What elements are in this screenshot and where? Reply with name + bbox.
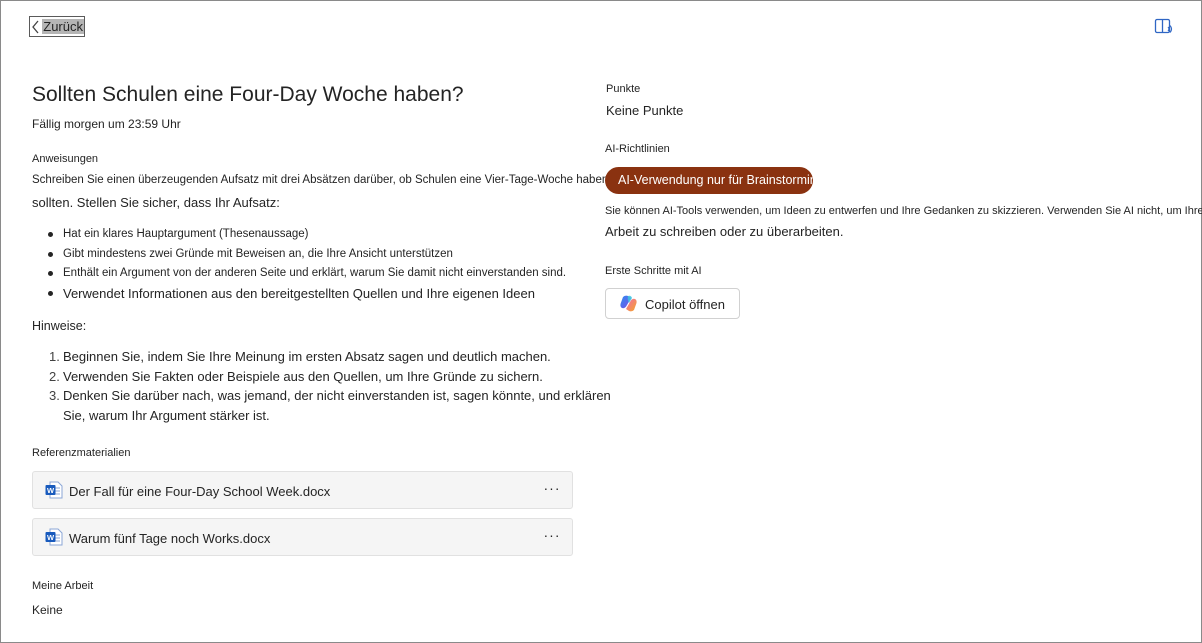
instructions-label: Anweisungen bbox=[32, 153, 99, 165]
copilot-icon bbox=[619, 294, 638, 313]
list-item: 3. Denken Sie darüber nach, was jemand, d… bbox=[49, 388, 611, 423]
ai-guidelines-label: AI-Richtlinien bbox=[605, 143, 670, 155]
open-copilot-label: Copilot öffnen bbox=[645, 297, 725, 312]
word-doc-icon: W bbox=[45, 481, 63, 499]
reference-file-name: Der Fall für eine Four-Day School Week.d… bbox=[69, 484, 331, 499]
svg-text:W: W bbox=[47, 533, 55, 542]
ai-guidelines-description-line1: Sie können AI-Tools verwenden, um Ideen … bbox=[605, 205, 1202, 217]
list-item: 2. Verwenden Sie Fakten oder Beispiele au… bbox=[49, 368, 543, 384]
more-options-icon[interactable]: ··· bbox=[532, 473, 572, 503]
chevron-left-icon bbox=[30, 17, 42, 36]
reference-file-1[interactable]: W Der Fall für eine Four-Day School Week… bbox=[32, 471, 573, 509]
requirements-list: Hat ein klares Hauptargument (Thesenauss… bbox=[45, 225, 566, 303]
back-label: Zurück bbox=[42, 19, 84, 34]
list-item: Enthält ein Argument von der anderen Sei… bbox=[45, 264, 566, 284]
ai-guidelines-description-line2: Arbeit zu schreiben oder zu überarbeiten… bbox=[605, 224, 844, 239]
list-item: Hat ein klares Hauptargument (Thesenauss… bbox=[45, 225, 566, 245]
list-item: Verwendet Informationen aus den bereitge… bbox=[45, 284, 566, 304]
hints-label: Hinweise: bbox=[32, 319, 87, 333]
word-doc-icon: W bbox=[45, 528, 63, 546]
my-work-label: Meine Arbeit bbox=[32, 580, 94, 592]
points-value: Keine Punkte bbox=[606, 103, 684, 118]
hints-list: 1. Beginnen Sie, indem Sie Ihre Meinung i… bbox=[45, 347, 635, 425]
getting-started-label: Erste Schritte mit AI bbox=[605, 265, 702, 277]
reference-file-name: Warum fünf Tage noch Works.docx bbox=[69, 531, 271, 546]
svg-text:W: W bbox=[47, 486, 55, 495]
due-date: Fällig morgen um 23:59 Uhr bbox=[32, 117, 181, 131]
assignment-panel: Zurück Sollten Schulen eine Four-Day Woc… bbox=[0, 0, 1202, 643]
open-copilot-button[interactable]: Copilot öffnen bbox=[605, 288, 740, 319]
back-button[interactable]: Zurück bbox=[29, 16, 85, 37]
list-item: Gibt mindestens zwei Gründe mit Beweisen… bbox=[45, 245, 566, 265]
references-label: Referenzmaterialien bbox=[32, 447, 131, 459]
list-item: 1. Beginnen Sie, indem Sie Ihre Meinung i… bbox=[49, 349, 551, 364]
my-work-value: Keine bbox=[32, 603, 63, 617]
ai-usage-badge: AI-Verwendung nur für Brainstorming bbox=[605, 167, 813, 194]
points-label: Punkte bbox=[606, 83, 641, 95]
instructions-text-line1: Schreiben Sie einen überzeugenden Aufsat… bbox=[32, 174, 609, 186]
immersive-reader-icon[interactable] bbox=[1154, 18, 1174, 36]
reference-file-2[interactable]: W Warum fünf Tage noch Works.docx ··· bbox=[32, 518, 573, 556]
instructions-text-line2: sollten. Stellen Sie sicher, dass Ihr Au… bbox=[32, 195, 280, 210]
assignment-title: Sollten Schulen eine Four-Day Woche habe… bbox=[32, 83, 464, 106]
more-options-icon[interactable]: ··· bbox=[532, 520, 572, 550]
